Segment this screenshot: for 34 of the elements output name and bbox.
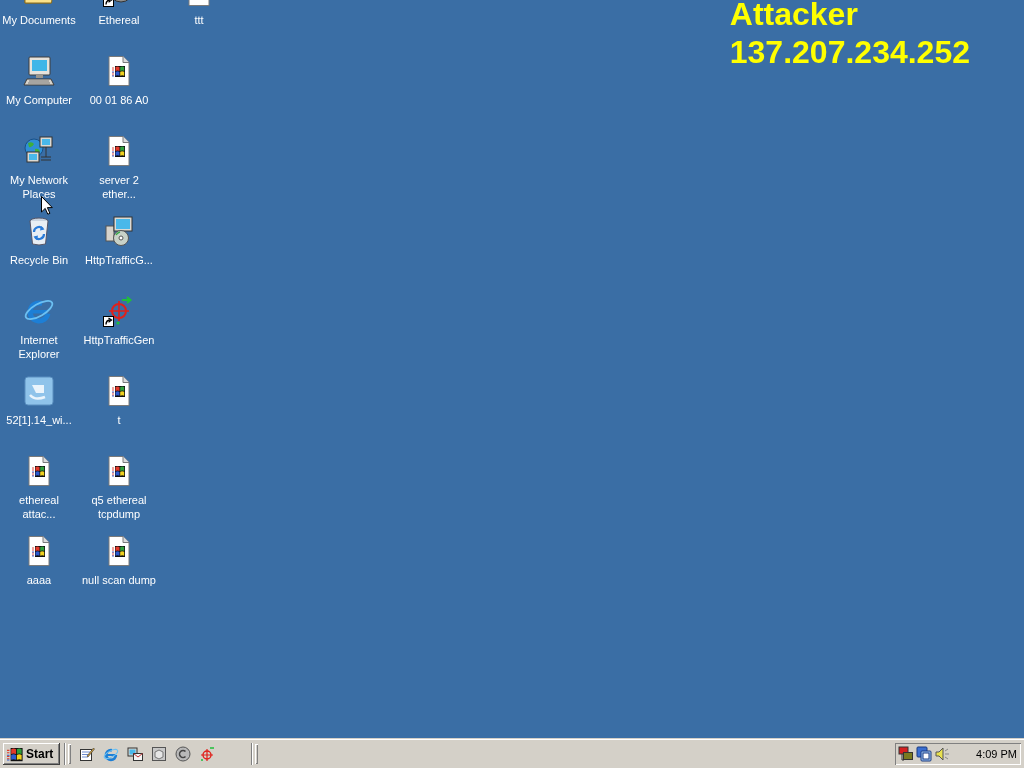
desktop-item[interactable]: null scan dump xyxy=(82,535,156,587)
desktop-item[interactable]: My Documents xyxy=(2,0,76,27)
desktop-item[interactable]: ethereal attac... xyxy=(19,455,59,521)
start-button[interactable]: Start xyxy=(3,743,60,765)
flag-icon xyxy=(6,746,24,762)
network-computers-icon[interactable] xyxy=(898,746,914,762)
toolbar-grip[interactable] xyxy=(68,744,71,764)
desktop-item[interactable]: server 2 ether... xyxy=(99,135,139,201)
desktop-item[interactable]: 52[1].14_wi... xyxy=(6,375,72,427)
mail-computer-icon[interactable] xyxy=(127,746,143,762)
desktop-item[interactable]: aaaa xyxy=(23,535,55,587)
desktop-item[interactable]: q5 ethereal tcpdump xyxy=(91,455,147,521)
clock-text: 4:09 PM xyxy=(976,748,1017,760)
desktop-item[interactable]: t xyxy=(103,375,135,427)
desktop-item[interactable]: 00 01 86 A0 xyxy=(89,55,149,107)
e-logo-icon[interactable] xyxy=(103,746,119,762)
mouse-pointer-icon xyxy=(41,196,53,215)
desktop-item[interactable]: HttpTrafficGen xyxy=(83,295,155,347)
notepad-pencil-icon[interactable] xyxy=(79,746,95,762)
desktop-item[interactable]: ttt xyxy=(183,0,215,27)
annotation-text: Attacker xyxy=(729,0,859,33)
crosshair-icon[interactable] xyxy=(199,746,215,762)
desktop-item[interactable]: HttpTrafficG... xyxy=(85,215,153,267)
desktop-item[interactable]: My Network Places xyxy=(9,135,69,201)
desktop-item[interactable]: My Computer xyxy=(6,55,72,107)
desktop-item[interactable]: Internet Explorer xyxy=(18,295,60,361)
overlapping-windows-icon[interactable] xyxy=(916,746,932,762)
cube-icon[interactable] xyxy=(151,746,167,762)
desktop-item[interactable]: Ethereal xyxy=(98,0,140,27)
speaker-icon[interactable] xyxy=(934,746,950,762)
annotation-text: 137.207.234.252 xyxy=(729,33,970,71)
disc-icon[interactable] xyxy=(175,746,191,762)
desktop-item[interactable]: Recycle Bin xyxy=(9,215,69,267)
toolbar-grip[interactable] xyxy=(255,744,258,764)
